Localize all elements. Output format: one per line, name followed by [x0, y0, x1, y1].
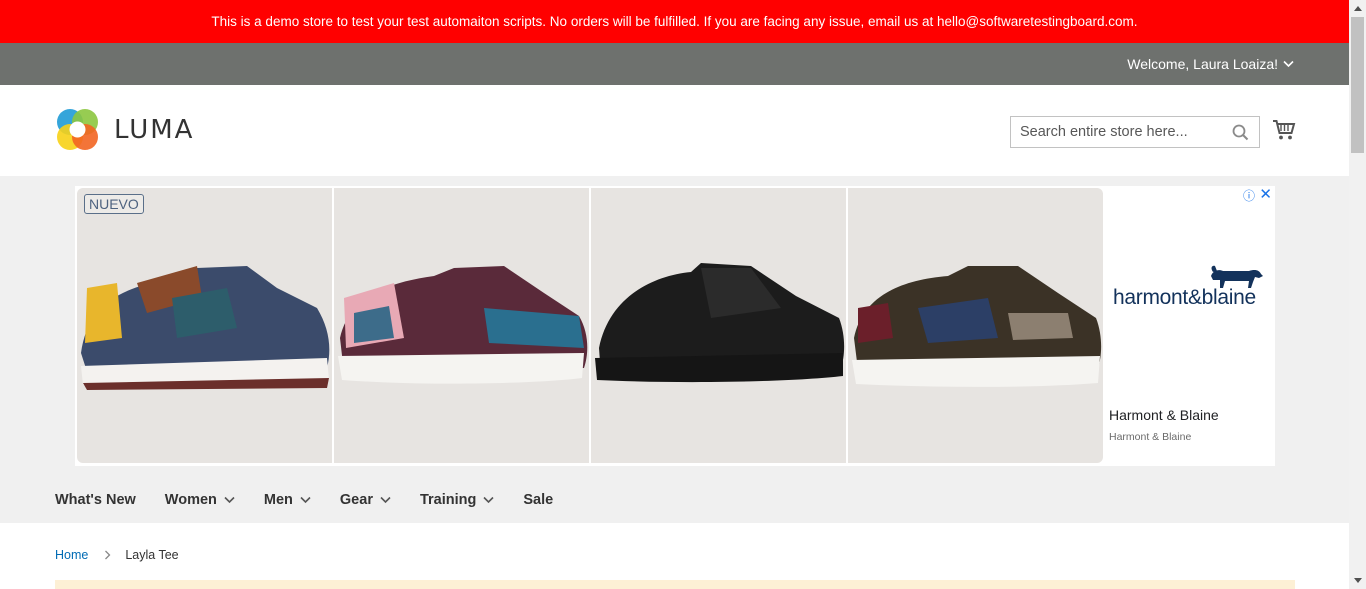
luma-logo-icon [57, 109, 98, 150]
nav-item-whats-new[interactable]: What's New [55, 492, 136, 508]
chevron-down-icon [224, 496, 235, 504]
chevron-down-icon [1283, 60, 1294, 68]
luma-logo[interactable]: LUMA [55, 107, 194, 152]
ad-product-image[interactable] [591, 188, 846, 463]
nav-item-label: Training [419, 492, 477, 508]
demo-banner-text: This is a demo store to test your test a… [211, 14, 1138, 29]
scroll-down-arrow-icon[interactable] [1349, 572, 1366, 589]
demo-store-banner: This is a demo store to test your test a… [0, 0, 1349, 43]
nav-item-sale[interactable]: Sale [523, 492, 553, 508]
page-header: LUMA [0, 85, 1349, 176]
ad-banner[interactable]: NUEVO ⓘ ✕ harmont&blaine Harmont & Blain… [75, 185, 1275, 466]
breadcrumb: Home Layla Tee [55, 548, 179, 562]
scrollbar-thumb[interactable] [1351, 17, 1364, 153]
nav-item-label: Men [263, 492, 293, 508]
scroll-up-arrow-icon[interactable] [1349, 0, 1366, 17]
new-badge: NUEVO [84, 194, 144, 214]
notice-message-bar [55, 580, 1295, 589]
ad-info-icon[interactable]: ⓘ [1243, 187, 1255, 204]
nav-item-training[interactable]: Training [420, 492, 494, 508]
chevron-down-icon [300, 496, 311, 504]
chevron-right-icon [104, 550, 111, 560]
brand-logo-text: harmont&blaine [1113, 286, 1256, 309]
ad-brand-panel[interactable]: ⓘ ✕ harmont&blaine Harmont & Blaine Harm… [1105, 185, 1275, 466]
breadcrumb-home-link[interactable]: Home [55, 548, 88, 562]
breadcrumb-current: Layla Tee [125, 548, 179, 562]
logo-text: LUMA [114, 114, 195, 145]
search-input[interactable] [1011, 117, 1226, 147]
nav-item-women[interactable]: Women [165, 492, 235, 508]
nav-item-gear[interactable]: Gear [340, 492, 391, 508]
nav-item-label: Sale [523, 492, 554, 508]
search-box [1010, 116, 1260, 148]
customer-welcome-menu[interactable]: Welcome, Laura Loaiza! [1127, 43, 1294, 85]
chevron-down-icon [380, 496, 391, 504]
nav-item-label: Women [164, 492, 217, 508]
ad-title[interactable]: Harmont & Blaine [1109, 407, 1219, 423]
page-scrollbar[interactable] [1349, 0, 1366, 589]
close-icon[interactable]: ✕ [1259, 185, 1272, 203]
cart-icon[interactable] [1272, 119, 1296, 146]
search-icon[interactable] [1232, 124, 1249, 146]
nav-item-label: Gear [339, 492, 373, 508]
ad-product-image[interactable]: NUEVO [77, 188, 332, 463]
nav-item-men[interactable]: Men [264, 492, 311, 508]
ad-subtitle: Harmont & Blaine [1109, 431, 1192, 443]
advertisement-area: NUEVO ⓘ ✕ harmont&blaine Harmont & Blain… [0, 176, 1349, 523]
nav-item-label: What's New [55, 492, 136, 508]
main-navigation: What's New Women Men Gear Training Sale [55, 490, 582, 510]
welcome-text: Welcome, Laura Loaiza! [1127, 56, 1278, 72]
ad-product-image[interactable] [334, 188, 589, 463]
top-bar: Welcome, Laura Loaiza! [0, 43, 1349, 85]
chevron-down-icon [483, 496, 494, 504]
ad-product-image[interactable] [848, 188, 1103, 463]
